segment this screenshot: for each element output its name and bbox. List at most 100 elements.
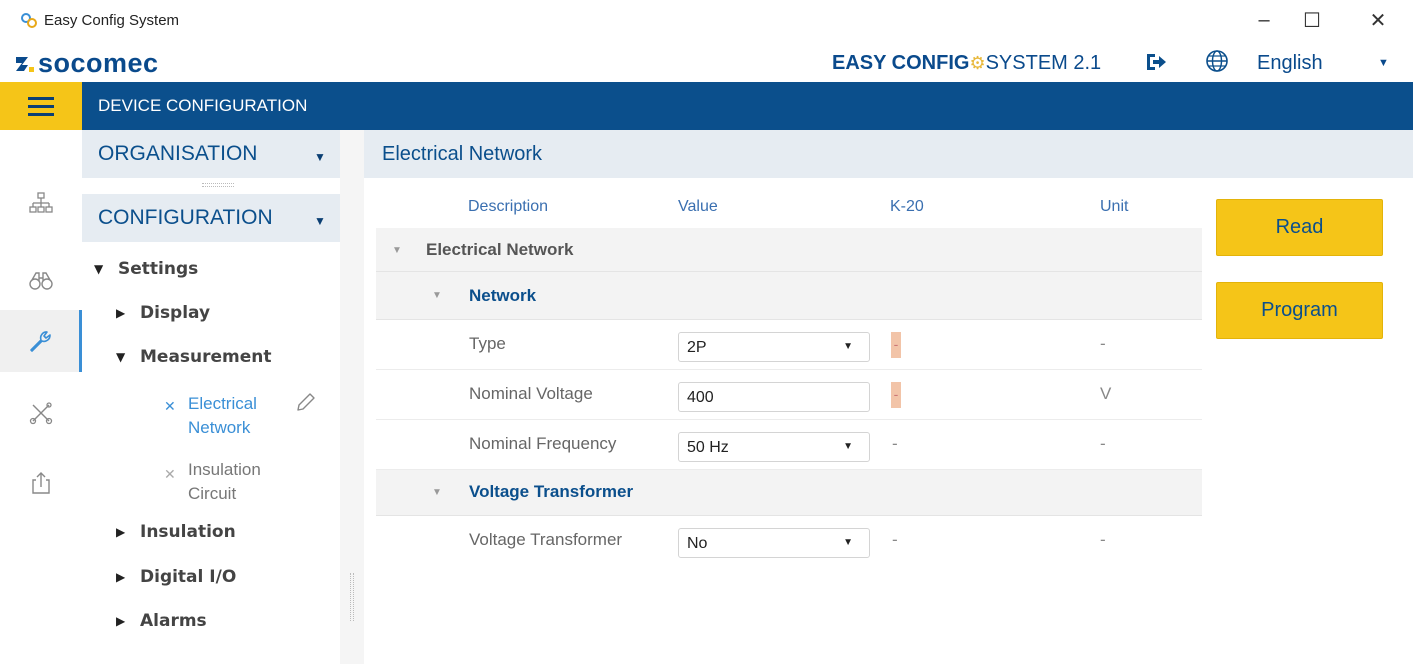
voltage-transformer-select-value: No — [687, 535, 708, 552]
globe-icon[interactable] — [1205, 49, 1229, 73]
k20-modified-marker: - — [891, 332, 901, 358]
hamburger-icon-bar — [28, 112, 54, 116]
tree-node-display-label: Display — [140, 303, 211, 323]
tree-node-digital-io[interactable]: ▶ Digital I/O — [116, 567, 236, 587]
brand-header: socomec EASY CONFIG⚙SYSTEM 2.1 English ▼ — [0, 42, 1413, 82]
rail-configuration[interactable] — [0, 310, 82, 372]
tree-node-settings-label: Settings — [118, 259, 199, 279]
table-row: Voltage Transformer No ▼ - - — [376, 516, 1202, 566]
group-label-network: Network — [469, 286, 537, 305]
rail-monitoring[interactable] — [0, 250, 82, 312]
caret-right-icon: ▶ — [116, 306, 126, 320]
splitter-grip[interactable] — [350, 573, 354, 621]
tree-node-alarms[interactable]: ▶ Alarms — [116, 611, 207, 631]
param-label-nominal-voltage: Nominal Voltage — [469, 384, 593, 403]
hamburger-menu-button[interactable] — [0, 82, 82, 130]
tree-node-measurement[interactable]: ▼ Measurement — [116, 347, 272, 367]
configuration-section-header[interactable]: CONFIGURATION ▼ — [82, 194, 340, 242]
unit-nominal-voltage: V — [1100, 384, 1112, 403]
read-button[interactable]: Read — [1216, 199, 1383, 256]
hamburger-icon — [28, 96, 54, 100]
tree-node-insulation[interactable]: ▶ Insulation — [116, 522, 236, 542]
window-title: Easy Config System — [44, 12, 180, 29]
insulation-circuit-line1: Insulation — [188, 460, 261, 479]
column-header-k20: K-20 — [890, 198, 924, 215]
top-navbar: DEVICE CONFIGURATION — [0, 82, 1413, 130]
wrench-cross-icon: ✕ — [164, 466, 176, 482]
tree-node-display[interactable]: ▶ Display — [116, 303, 210, 323]
language-caret-icon[interactable]: ▼ — [1378, 57, 1389, 69]
caret-right-icon: ▶ — [116, 525, 126, 539]
rail-export[interactable] — [0, 452, 82, 514]
binoculars-icon — [29, 272, 53, 290]
navbar-title: DEVICE CONFIGURATION — [98, 96, 308, 115]
nominal-frequency-select[interactable]: 50 Hz ▼ — [678, 432, 870, 462]
group-row-voltage-transformer[interactable]: ▼ Voltage Transformer — [376, 470, 1202, 516]
caret-down-icon: ▼ — [432, 290, 442, 301]
language-select[interactable]: English — [1257, 52, 1323, 75]
insulation-circuit-line2: Circuit — [188, 484, 237, 503]
tools-icon — [29, 402, 53, 425]
organisation-section-header[interactable]: ORGANISATION ▼ — [82, 130, 340, 178]
product-gear-icon: ⚙ — [969, 53, 986, 73]
column-header-unit: Unit — [1100, 198, 1129, 215]
group-row-electrical-network[interactable]: ▼ Electrical Network — [376, 228, 1202, 272]
icon-rail — [0, 130, 82, 664]
k20-nominal-frequency: - — [892, 434, 898, 453]
pencil-icon[interactable] — [294, 390, 318, 414]
group-label-voltage-transformer: Voltage Transformer — [469, 482, 634, 501]
network-topology-icon — [29, 192, 53, 213]
tree-node-digital-io-label: Digital I/O — [140, 567, 237, 587]
window-titlebar: Easy Config System – ☐ ✕ — [0, 0, 1413, 42]
caret-down-icon: ▼ — [392, 245, 402, 256]
minimize-button[interactable]: – — [1242, 6, 1286, 34]
socomec-logo-text: socomec — [38, 48, 159, 78]
column-header-description: Description — [468, 198, 549, 215]
unit-nominal-frequency: - — [1100, 434, 1106, 453]
rail-tools[interactable] — [0, 382, 82, 444]
tree-node-alarms-label: Alarms — [140, 611, 207, 631]
dropdown-caret-icon: ▼ — [843, 537, 853, 548]
group-label-electrical-network: Electrical Network — [426, 240, 574, 259]
nominal-voltage-input-value: 400 — [687, 389, 714, 406]
caret-down-icon: ▼ — [116, 350, 126, 364]
param-label-type: Type — [469, 334, 506, 353]
column-header-value: Value — [678, 198, 718, 215]
chevron-down-icon: ▼ — [314, 214, 326, 228]
rail-topology[interactable] — [0, 172, 82, 234]
unit-voltage-transformer: - — [1100, 530, 1106, 549]
electrical-network-line2: Network — [188, 418, 251, 437]
hamburger-icon-bar — [28, 104, 54, 108]
tree-node-settings[interactable]: ▼ Settings — [94, 259, 198, 279]
group-row-network[interactable]: ▼ Network — [376, 272, 1202, 320]
maximize-button[interactable]: ☐ — [1290, 6, 1334, 34]
tree-leaf-electrical-network[interactable]: Electrical Network — [188, 392, 257, 440]
unit-type: - — [1100, 334, 1106, 353]
configuration-label: CONFIGURATION — [98, 206, 273, 229]
voltage-transformer-select[interactable]: No ▼ — [678, 528, 870, 558]
logout-icon[interactable] — [1145, 52, 1167, 72]
caret-right-icon: ▶ — [116, 614, 126, 628]
navigation-tree: ORGANISATION ▼ CONFIGURATION ▼ ▼ Setting… — [82, 130, 340, 664]
param-label-voltage-transformer: Voltage Transformer — [469, 530, 623, 549]
app-gear-icon — [21, 13, 37, 28]
product-name-bold: EASY CONFIG — [832, 52, 970, 74]
tree-leaf-insulation-circuit[interactable]: Insulation Circuit — [188, 458, 261, 506]
electrical-network-line1: Electrical — [188, 394, 257, 413]
page-header: Electrical Network — [364, 130, 1413, 178]
program-button[interactable]: Program — [1216, 282, 1383, 339]
table-row: Nominal Frequency 50 Hz ▼ - - — [376, 420, 1202, 470]
chevron-down-icon: ▼ — [314, 150, 326, 164]
nominal-voltage-input[interactable]: 400 — [678, 382, 870, 412]
page-title: Electrical Network — [382, 143, 543, 165]
close-button[interactable]: ✕ — [1356, 6, 1400, 34]
socomec-logo-mark — [16, 56, 34, 72]
type-select[interactable]: 2P ▼ — [678, 332, 870, 362]
k20-voltage-transformer: - — [892, 530, 898, 549]
param-label-nominal-frequency: Nominal Frequency — [469, 434, 617, 453]
table-row: Nominal Voltage 400 - V — [376, 370, 1202, 420]
caret-right-icon: ▶ — [116, 570, 126, 584]
panel-splitter[interactable] — [340, 130, 364, 664]
caret-down-icon: ▼ — [94, 262, 104, 276]
panel-grip[interactable] — [202, 183, 234, 187]
